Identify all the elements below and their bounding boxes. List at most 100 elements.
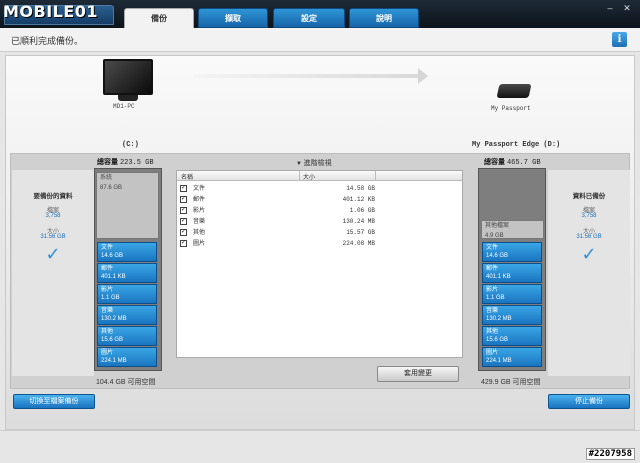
segment-value: 15.6 GB [101,337,124,343]
segment-value: 224.1 MB [101,358,127,364]
segment-label: 其他 [101,329,114,335]
source-capacity: 總容量 223.5 GB [97,157,154,167]
status-row: 已順利完成備份。 i [0,28,640,52]
info-icon[interactable]: i [612,32,627,47]
table-header: 名稱 大小 [177,171,462,181]
target-capacity-value: 465.7 GB [506,159,541,167]
row-size: 14.58 GB [346,185,375,192]
column-divider [299,171,300,181]
system-value: 87.6 GB [100,185,123,191]
tab-help[interactable]: 說明 [349,8,419,28]
source-drive-label: (C:) [122,141,139,149]
close-button[interactable]: ✕ [621,4,633,13]
target-available-space: 429.9 GB 可用空間 [481,379,541,386]
column-header-name[interactable]: 名稱 [181,172,193,181]
left-info-title: 要備份的資料 [33,193,73,200]
source-system-segment: 系統 87.6 GB [96,172,159,239]
row-checkbox[interactable]: ✓ [180,218,187,225]
external-drive-icon [496,84,532,98]
segment-label: 郵件 [486,266,499,272]
row-size: 401.12 KB [342,196,375,203]
target-segment-music[interactable]: 音樂 130.2 MB [482,305,542,325]
target-segment-other[interactable]: 其他 15.6 GB [482,326,542,346]
right-size-value: 31.56 GB [576,234,602,240]
row-name: 影片 [193,208,206,214]
table-row: ✓ 郵件 401.12 KB [180,195,375,205]
column-header-size[interactable]: 大小 [303,172,315,181]
table-row: ✓ 文件 14.58 GB [180,184,375,194]
segment-label: 圖片 [486,350,499,356]
bottom-strip [0,430,640,463]
row-name: 其他 [193,230,206,236]
source-capacity-label: 總容量 [97,159,118,166]
transfer-arrow-icon [193,74,423,78]
source-segment-mail[interactable]: 郵件 401.1 KB [97,263,157,283]
segment-value: 401.1 KB [486,274,511,280]
segment-label: 文件 [486,245,499,251]
row-checkbox[interactable]: ✓ [180,196,187,203]
table-row: ✓ 圖片 224.08 MB [180,239,375,249]
segment-value: 14.6 GB [486,253,509,259]
row-size: 224.08 MB [342,240,375,247]
table-row: ✓ 影片 1.06 GB [180,206,375,216]
row-checkbox[interactable]: ✓ [180,185,187,192]
row-name: 圖片 [193,241,206,247]
target-capacity-label: 總容量 [484,159,505,166]
source-segment-documents[interactable]: 文件 14.6 GB [97,242,157,262]
advanced-view-toggle[interactable]: 進階檢視 [296,158,332,168]
other-files-value: 4.9 GB [485,233,504,239]
left-check-icon: ✓ [45,244,61,264]
row-checkbox[interactable]: ✓ [180,207,187,214]
right-count-value: 3,758 [581,213,597,219]
source-segment-video[interactable]: 影片 1.1 GB [97,284,157,304]
title-bar: MOBILE01 備份 擷取 設定 說明 – ✕ [0,0,640,28]
source-capacity-value: 223.5 GB [119,159,154,167]
target-segment-video[interactable]: 影片 1.1 GB [482,284,542,304]
segment-label: 影片 [486,287,499,293]
minimize-button[interactable]: – [604,4,616,13]
row-size: 130.24 MB [342,218,375,225]
target-segment-pictures[interactable]: 圖片 224.1 MB [482,347,542,367]
target-segment-mail[interactable]: 郵件 401.1 KB [482,263,542,283]
watermark: #2207958 [585,448,635,460]
row-size: 15.57 GB [346,229,375,236]
stop-backup-button[interactable]: 停止備份 [548,394,630,409]
row-checkbox[interactable]: ✓ [180,229,187,236]
segment-label: 圖片 [101,350,114,356]
row-checkbox[interactable]: ✓ [180,240,187,247]
source-available-space: 104.4 GB 可用空間 [96,379,156,386]
segment-label: 音樂 [486,308,499,314]
row-name: 郵件 [193,197,206,203]
source-segment-other[interactable]: 其他 15.6 GB [97,326,157,346]
tab-backup[interactable]: 備份 [124,8,194,28]
row-size: 1.06 GB [349,207,375,214]
row-name: 文件 [193,186,206,192]
tab-settings[interactable]: 設定 [273,8,345,28]
computer-icon [103,59,153,95]
pc-name: MD1-PC [113,103,135,110]
other-files-label: 其他檔案 [485,223,510,229]
apply-changes-button[interactable]: 套用變更 [377,366,459,382]
segment-value: 15.6 GB [486,337,509,343]
brand-logo: MOBILE01 [3,2,99,21]
segment-value: 130.2 MB [486,316,512,322]
file-type-table: 名稱 大小 ✓ 文件 14.58 GB ✓ 郵件 401.12 KB ✓ 影片 1.06 G… [176,170,463,358]
target-capacity: 總容量 465.7 GB [484,157,541,167]
table-row: ✓ 其他 15.57 GB [180,228,375,238]
segment-label: 郵件 [101,266,114,272]
row-name: 音樂 [193,219,206,225]
segment-value: 1.1 GB [486,295,505,301]
source-segment-pictures[interactable]: 圖片 224.1 MB [97,347,157,367]
tab-retrieve[interactable]: 擷取 [198,8,268,28]
switch-file-backup-button[interactable]: 切換至檔案備份 [13,394,95,409]
column-divider [375,171,376,181]
target-other-files-segment: 其他檔案 4.9 GB [481,220,544,239]
target-drive-label: My Passport Edge (D:) [472,141,561,149]
segment-label: 其他 [486,329,499,335]
transfer-arrowhead-icon [418,68,428,84]
segment-value: 14.6 GB [101,253,124,259]
target-segment-documents[interactable]: 文件 14.6 GB [482,242,542,262]
computer-stand-icon [118,95,138,101]
source-segment-music[interactable]: 音樂 130.2 MB [97,305,157,325]
segment-label: 文件 [101,245,114,251]
